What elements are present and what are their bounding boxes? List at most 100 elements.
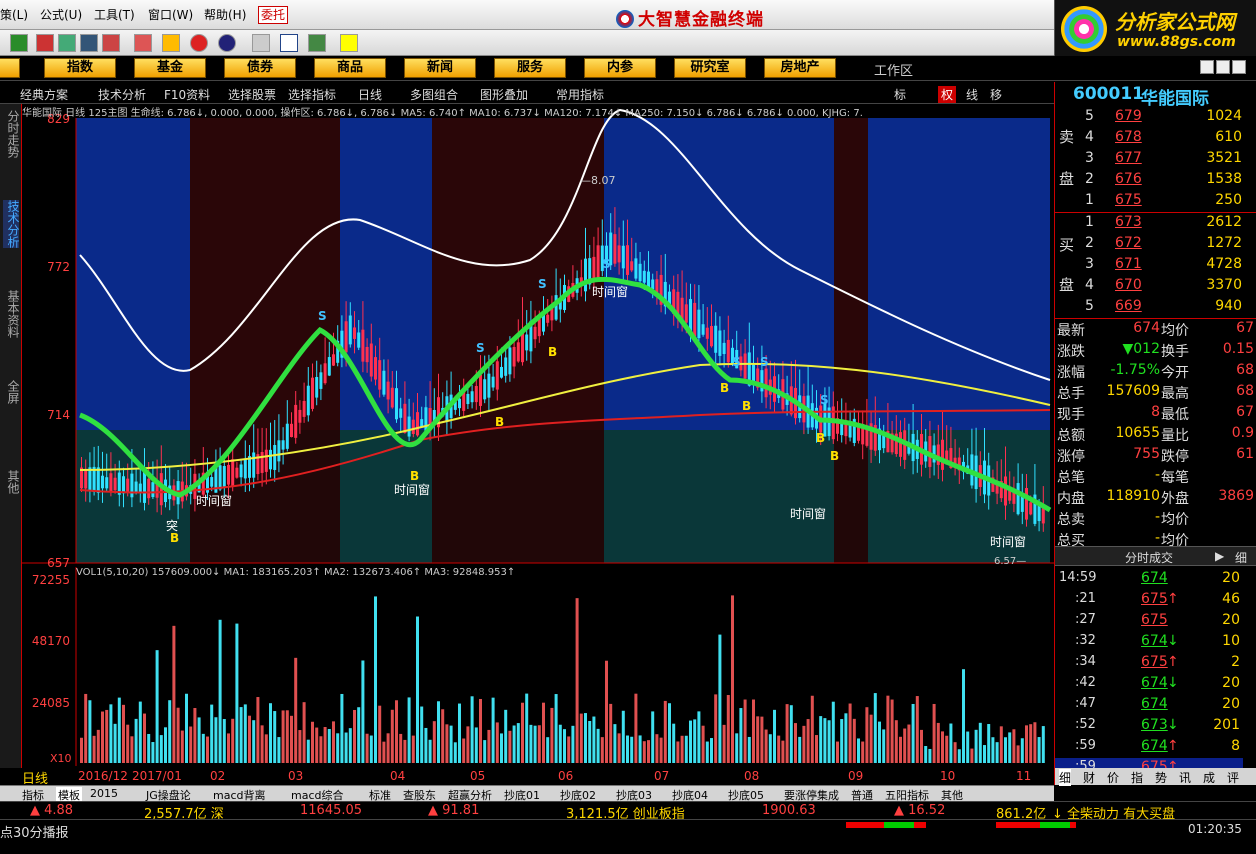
candle-body <box>508 347 512 375</box>
sub-overlay[interactable]: 图形叠加 <box>480 86 528 103</box>
tick-price[interactable]: 674 <box>1141 738 1168 754</box>
sub-line[interactable]: 线 <box>966 86 978 103</box>
ask-price[interactable]: 676 <box>1115 171 1142 187</box>
print-icon[interactable] <box>252 34 270 52</box>
tick-price[interactable]: 674 <box>1141 570 1168 586</box>
sub-daily[interactable]: 日线 <box>358 86 382 103</box>
diamond-icon[interactable] <box>162 34 180 52</box>
sell-signal-5: S <box>760 355 769 369</box>
sub-f10[interactable]: F10资料 <box>164 86 210 103</box>
menu-help[interactable]: 帮助(H) <box>204 6 246 23</box>
nav-fund[interactable]: 基金 <box>134 58 206 78</box>
nav-research[interactable]: 研究室 <box>674 58 746 78</box>
volume-bar <box>798 736 802 763</box>
nav-bond[interactable]: 债券 <box>224 58 296 78</box>
tick-price[interactable]: 675 <box>1141 612 1168 628</box>
panel-tab-1[interactable]: 财 <box>1083 769 1095 786</box>
nav-internal[interactable]: 内参 <box>584 58 656 78</box>
ask-price[interactable]: 678 <box>1115 129 1142 145</box>
restore-icon[interactable] <box>1216 60 1230 74</box>
panel-tab-0[interactable]: 细 <box>1059 769 1072 786</box>
candle-body <box>1029 502 1033 515</box>
tick-price[interactable]: 675 <box>1141 591 1168 607</box>
nav-service[interactable]: 服务 <box>494 58 566 78</box>
alarm-icon[interactable] <box>102 34 120 52</box>
workarea-label[interactable]: 工作区 <box>874 60 913 79</box>
menu-strategy[interactable]: 策(L) <box>0 6 28 23</box>
sub-select-indicator[interactable]: 选择指标 <box>288 86 336 103</box>
tab-other[interactable]: 其他 <box>3 470 20 494</box>
tick-price[interactable]: 673 <box>1141 717 1168 733</box>
flag-icon[interactable] <box>36 34 54 52</box>
volume-bar <box>781 740 785 763</box>
panel-tab-4[interactable]: 势 <box>1155 769 1167 786</box>
volume-bar <box>563 729 566 763</box>
sub-multi-chart[interactable]: 多图组合 <box>410 86 458 103</box>
tick-price[interactable]: 674 <box>1141 675 1168 691</box>
bar-chart-icon[interactable] <box>58 34 76 52</box>
candle-body <box>617 245 621 263</box>
volume-bar <box>672 723 676 763</box>
binoculars-icon[interactable] <box>80 34 98 52</box>
formula-tab-2[interactable]: 2015 <box>90 787 118 800</box>
panel-tab-7[interactable]: 评 <box>1227 769 1239 786</box>
date-label-9: 09 <box>848 769 864 783</box>
sub-select-stock[interactable]: 选择股票 <box>228 86 276 103</box>
quote-value-2: 68 <box>1236 362 1254 378</box>
bid-price[interactable]: 672 <box>1115 235 1142 251</box>
bid-price[interactable]: 673 <box>1115 214 1142 230</box>
volume-bar <box>634 693 638 763</box>
nav-news[interactable]: 新闻 <box>404 58 476 78</box>
bid-price[interactable]: 669 <box>1115 298 1142 314</box>
sub-classic-scheme[interactable]: 经典方案 <box>20 86 68 103</box>
sub-mark[interactable]: 标 <box>894 86 906 103</box>
ask-price[interactable]: 677 <box>1115 150 1142 166</box>
menu-tools[interactable]: 工具(T) <box>94 6 135 23</box>
red-circle-icon[interactable] <box>190 34 208 52</box>
volume-bar <box>285 710 289 763</box>
nav-index[interactable]: 指数 <box>44 58 116 78</box>
tab-tech-analysis[interactable]: 技术分析 <box>3 200 20 248</box>
panel-tab-3[interactable]: 指 <box>1131 769 1143 786</box>
tick-price[interactable]: 675 <box>1141 654 1168 670</box>
tab-fundamentals[interactable]: 基本资料 <box>3 290 20 338</box>
bid-price[interactable]: 671 <box>1115 256 1142 272</box>
broadcast-label[interactable]: 点30分播报 <box>0 822 69 841</box>
menu-formula[interactable]: 公式(U) <box>40 6 82 23</box>
menu-window[interactable]: 窗口(W) <box>148 6 193 23</box>
menu-trade-button[interactable]: 委托 <box>258 6 288 24</box>
books-icon[interactable] <box>308 34 326 52</box>
nav-realestate[interactable]: 房地产 <box>764 58 836 78</box>
sub-rights[interactable]: 权 <box>938 86 957 103</box>
panel-tab-5[interactable]: 讯 <box>1179 769 1191 786</box>
ask-price[interactable]: 675 <box>1115 192 1142 208</box>
blue-circle-icon[interactable] <box>218 34 236 52</box>
quote-icon[interactable] <box>10 34 28 52</box>
minimize-icon[interactable] <box>1200 60 1214 74</box>
close-icon[interactable] <box>1232 60 1246 74</box>
kline-chart[interactable]: 突时间窗时间窗时间窗时间窗时间窗BBBBBBBBSSSSS SS—8.076.57… <box>22 104 1054 768</box>
help-pointer-icon[interactable] <box>340 34 358 52</box>
ticks-title[interactable]: 分时成交 <box>1125 549 1173 566</box>
volume-bar <box>697 711 701 763</box>
bid-price[interactable]: 670 <box>1115 277 1142 293</box>
nav-stocks[interactable]: 股 <box>0 58 20 78</box>
panel-tab-2[interactable]: 价 <box>1107 769 1119 786</box>
nav-commodity[interactable]: 商品 <box>314 58 386 78</box>
ticks-expand-icon[interactable]: ▶ <box>1215 549 1224 563</box>
tick-price[interactable]: 674 <box>1141 696 1168 712</box>
kline-icon[interactable] <box>134 34 152 52</box>
ask-price[interactable]: 679 <box>1115 108 1142 124</box>
ticks-tab[interactable]: 细 <box>1235 549 1247 566</box>
tick-price[interactable]: 674 <box>1141 633 1168 649</box>
tab-fullscreen[interactable]: 全屏 <box>3 380 20 404</box>
sub-common-indicator[interactable]: 常用指标 <box>556 86 604 103</box>
candle-body <box>714 325 718 353</box>
tab-intraday[interactable]: 分时走势 <box>3 110 20 158</box>
panel-tab-6[interactable]: 成 <box>1203 769 1215 786</box>
sub-move[interactable]: 移 <box>990 86 1002 103</box>
volume-bar <box>638 735 642 763</box>
sub-tech-analysis[interactable]: 技术分析 <box>98 86 146 103</box>
volume-bar <box>525 693 529 763</box>
window-icon[interactable] <box>280 34 298 52</box>
